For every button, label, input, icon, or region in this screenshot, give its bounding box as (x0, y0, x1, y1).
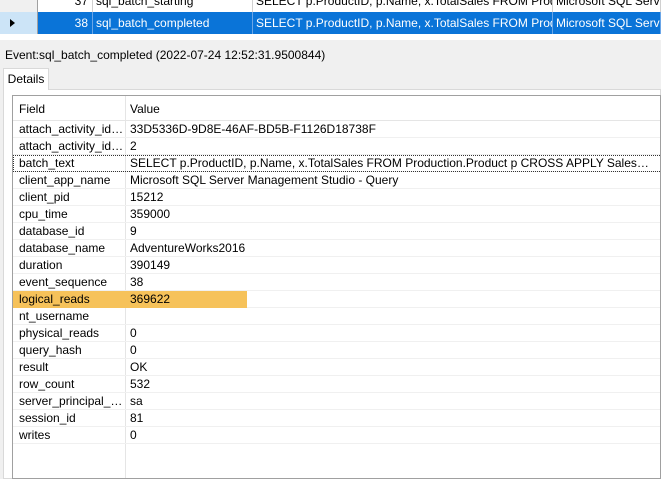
detail-row[interactable]: physical_reads 0 (13, 325, 660, 342)
detail-row[interactable]: session_id 81 (13, 410, 660, 427)
client-app-cell: Microsoft SQL Server (553, 0, 661, 12)
detail-field: writes (19, 428, 51, 442)
row-header[interactable] (0, 12, 38, 34)
detail-value: 359000 (130, 207, 171, 221)
client-app-cell: Microsoft SQL Server (553, 12, 661, 34)
detail-value: Microsoft SQL Server Management Studio -… (130, 173, 399, 187)
event-name-cell: sql_batch_completed (93, 12, 253, 34)
detail-value: AdventureWorks2016 (130, 241, 246, 255)
detail-field: server_principal_na... (19, 394, 125, 408)
detail-field: client_app_name (19, 173, 111, 187)
detail-field: cpu_time (19, 207, 68, 221)
detail-row[interactable]: duration 390149 (13, 257, 660, 274)
events-grid: 37 sql_batch_starting SELECT p.ProductID… (0, 0, 661, 40)
detail-value: 15212 (130, 190, 164, 204)
detail-row[interactable]: client_pid 15212 (13, 189, 660, 206)
detail-value: 33D5336D-9D8E-46AF-BD5B-F1126D18738F (130, 122, 376, 136)
event-number-cell: 38 (38, 12, 93, 34)
detail-value: 369622 (130, 292, 171, 306)
event-name-cell: sql_batch_starting (93, 0, 253, 12)
detail-row[interactable]: database_id 9 (13, 223, 660, 240)
detail-value: 532 (130, 377, 151, 391)
batch-text-cell: SELECT p.ProductID, p.Name, x.TotalSales… (253, 0, 553, 12)
detail-value: 0 (130, 428, 137, 442)
detail-field: session_id (19, 411, 76, 425)
detail-field: physical_reads (19, 326, 100, 340)
events-grid-row[interactable]: 37 sql_batch_starting SELECT p.ProductID… (0, 0, 661, 12)
detail-field: row_count (19, 377, 75, 391)
tab-details[interactable]: Details (3, 68, 49, 90)
detail-row[interactable]: nt_username (13, 308, 660, 325)
detail-row[interactable]: query_hash 0 (13, 342, 660, 359)
detail-row[interactable]: database_name AdventureWorks2016 (13, 240, 660, 257)
grid-header: Field Value (13, 96, 660, 121)
event-label: Event:sql_batch_completed (2022-07-24 12… (5, 48, 326, 62)
current-row-arrow-icon (10, 19, 15, 27)
detail-field: duration (19, 258, 63, 272)
detail-field: database_name (19, 241, 106, 255)
detail-field: logical_reads (19, 292, 90, 306)
detail-field: attach_activity_id.s... (19, 139, 125, 153)
events-grid-row-selected[interactable]: 38 sql_batch_completed SELECT p.ProductI… (0, 12, 661, 34)
detail-row[interactable]: writes 0 (13, 427, 660, 444)
detail-value (130, 308, 650, 325)
row-header[interactable] (0, 0, 38, 12)
batch-text-cell: SELECT p.ProductID, p.Name, x.TotalSales… (253, 12, 553, 34)
detail-row[interactable]: attach_activity_id.s... 2 (13, 138, 660, 155)
details-property-grid: Field Value attach_activity_id.g... 33D5… (12, 95, 661, 479)
detail-value: SELECT p.ProductID, p.Name, x.TotalSales… (130, 156, 650, 170)
detail-field: attach_activity_id.g... (19, 122, 125, 136)
detail-field: batch_text (19, 156, 75, 170)
detail-value: sa (130, 394, 143, 408)
detail-value: 81 (130, 411, 144, 425)
detail-row[interactable]: row_count 532 (13, 376, 660, 393)
detail-value: 9 (130, 224, 137, 238)
detail-field: query_hash (19, 343, 82, 357)
detail-field: client_pid (19, 190, 70, 204)
detail-value: OK (130, 360, 148, 374)
detail-row[interactable]: client_app_name Microsoft SQL Server Man… (13, 172, 660, 189)
detail-field: nt_username (19, 309, 90, 323)
detail-row[interactable]: attach_activity_id.g... 33D5336D-9D8E-46… (13, 121, 660, 138)
detail-field: result (19, 360, 49, 374)
detail-value: 38 (130, 275, 144, 289)
detail-row[interactable]: cpu_time 359000 (13, 206, 660, 223)
detail-row-highlighted[interactable]: logical_reads 369622 (13, 291, 660, 308)
detail-field: database_id (19, 224, 85, 238)
detail-value: 0 (130, 343, 137, 357)
detail-value: 0 (130, 326, 137, 340)
detail-field: event_sequence (19, 275, 108, 289)
value-column-header[interactable]: Value (130, 102, 160, 116)
event-number-cell: 37 (38, 0, 93, 12)
detail-row[interactable]: server_principal_na... sa (13, 393, 660, 410)
detail-row-focused[interactable]: batch_text SELECT p.ProductID, p.Name, x… (13, 155, 660, 172)
field-column-header[interactable]: Field (19, 102, 45, 116)
detail-value: 390149 (130, 258, 171, 272)
detail-row[interactable]: result OK (13, 359, 660, 376)
detail-value: 2 (130, 139, 137, 153)
detail-row[interactable]: event_sequence 38 (13, 274, 660, 291)
